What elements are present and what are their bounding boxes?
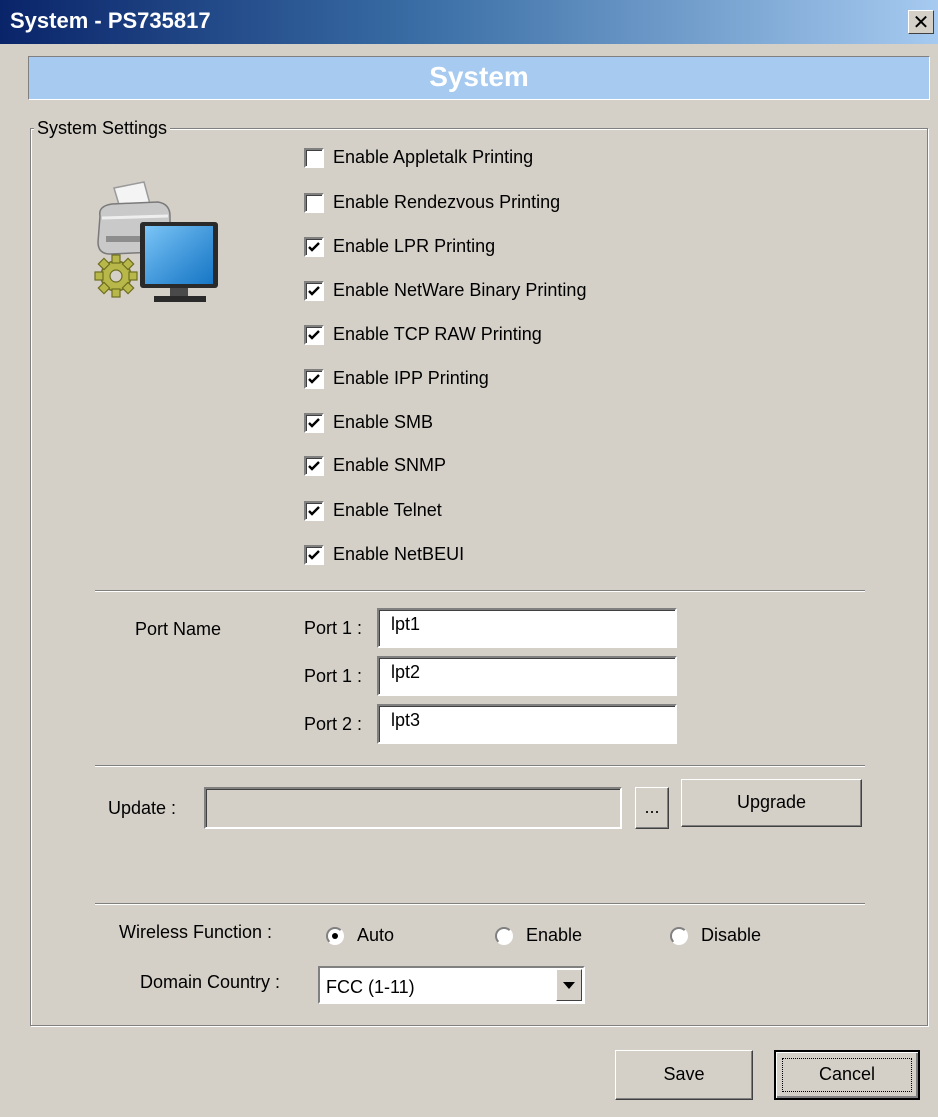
checkbox[interactable]	[304, 281, 324, 301]
checkmark-icon	[308, 550, 320, 560]
checkbox[interactable]	[304, 456, 324, 476]
radio-label[interactable]: Disable	[701, 925, 761, 946]
port-input[interactable]: lpt2	[377, 656, 677, 696]
port-name-label: Port Name	[135, 619, 222, 639]
chevron-down-icon[interactable]	[556, 969, 582, 1001]
upgrade-button[interactable]: Upgrade	[681, 779, 862, 827]
checkmark-icon	[308, 506, 320, 516]
close-button[interactable]: ✕	[908, 10, 934, 34]
radio-auto[interactable]	[326, 927, 344, 945]
separator	[95, 903, 865, 905]
checkbox-label[interactable]: Enable NetBEUI	[333, 544, 464, 565]
separator	[95, 590, 865, 592]
checkmark-icon	[308, 242, 320, 252]
radio-enable[interactable]	[495, 927, 513, 945]
section-banner: System	[28, 56, 930, 100]
save-button[interactable]: Save	[615, 1050, 753, 1100]
update-file-field[interactable]	[204, 787, 622, 829]
checkbox-label[interactable]: Enable LPR Printing	[333, 236, 495, 257]
checkbox-label[interactable]: Enable TCP RAW Printing	[333, 324, 542, 345]
checkbox-label[interactable]: Enable Telnet	[333, 500, 442, 521]
port-input[interactable]: lpt1	[377, 608, 677, 648]
focus-rect	[782, 1058, 912, 1092]
radio-disable[interactable]	[670, 927, 688, 945]
checkbox[interactable]	[304, 369, 324, 389]
port-label: Port 2 :	[304, 714, 363, 734]
radio-label[interactable]: Enable	[526, 925, 582, 946]
checkbox[interactable]	[304, 237, 324, 257]
separator	[95, 765, 865, 767]
wireless-function-label: Wireless Function :	[119, 922, 273, 942]
browse-button[interactable]: ...	[635, 787, 669, 829]
checkbox-label[interactable]: Enable IPP Printing	[333, 368, 489, 389]
checkbox[interactable]	[304, 501, 324, 521]
checkbox-label[interactable]: Enable SNMP	[333, 455, 446, 476]
domain-country-value: FCC (1-11)	[326, 977, 415, 997]
checkbox[interactable]	[304, 413, 324, 433]
checkmark-icon	[308, 330, 320, 340]
banner-title: System	[429, 61, 529, 92]
checkbox-label[interactable]: Enable SMB	[333, 412, 433, 433]
checkbox[interactable]	[304, 545, 324, 565]
checkmark-icon	[308, 374, 320, 384]
port-label: Port 1 :	[304, 618, 363, 638]
port-input[interactable]: lpt3	[377, 704, 677, 744]
checkbox[interactable]	[304, 148, 324, 168]
checkbox-label[interactable]: Enable NetWare Binary Printing	[333, 280, 586, 301]
domain-country-select[interactable]: FCC (1-11)	[318, 966, 585, 1004]
checkbox[interactable]	[304, 325, 324, 345]
title-bar[interactable]: System - PS735817 ✕	[0, 0, 938, 44]
radio-dot	[332, 933, 338, 939]
system-dialog: System - PS735817 ✕ System System Settin…	[0, 0, 938, 1117]
window-title: System - PS735817	[10, 8, 211, 33]
checkmark-icon	[308, 418, 320, 428]
radio-label[interactable]: Auto	[357, 925, 394, 946]
checkbox[interactable]	[304, 193, 324, 213]
group-legend: System Settings	[34, 118, 171, 139]
port-label: Port 1 :	[304, 666, 363, 686]
checkbox-label[interactable]: Enable Appletalk Printing	[333, 147, 533, 168]
close-icon: ✕	[912, 10, 930, 34]
checkmark-icon	[308, 286, 320, 296]
printer-computer-icon	[94, 181, 218, 302]
update-label: Update :	[108, 798, 177, 818]
checkmark-icon	[308, 461, 320, 471]
domain-country-label: Domain Country :	[140, 972, 281, 992]
cancel-button[interactable]: Cancel	[774, 1050, 920, 1100]
checkbox-label[interactable]: Enable Rendezvous Printing	[333, 192, 560, 213]
